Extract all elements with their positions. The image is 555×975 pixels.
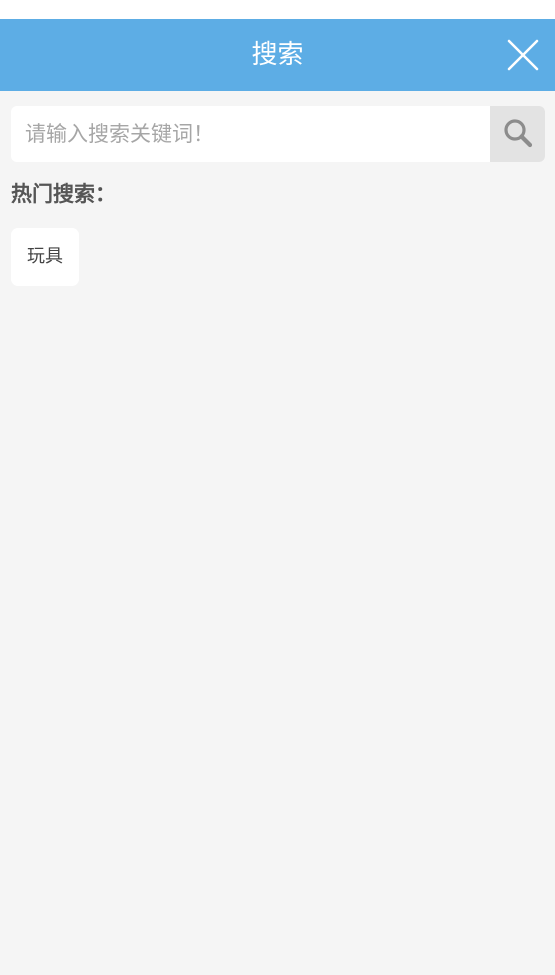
search-bar: [11, 106, 545, 162]
header-bar: 搜索: [0, 19, 555, 91]
status-bar: [0, 0, 555, 19]
hot-search-tags: 玩具: [11, 228, 79, 286]
hot-search-label: 热门搜索：: [11, 182, 116, 206]
search-input[interactable]: [11, 106, 490, 162]
page-title: 搜索: [251, 40, 304, 70]
close-button[interactable]: [505, 37, 541, 73]
search-button[interactable]: [490, 106, 545, 162]
hot-search-tag[interactable]: 玩具: [11, 228, 79, 286]
close-icon: [505, 37, 541, 73]
